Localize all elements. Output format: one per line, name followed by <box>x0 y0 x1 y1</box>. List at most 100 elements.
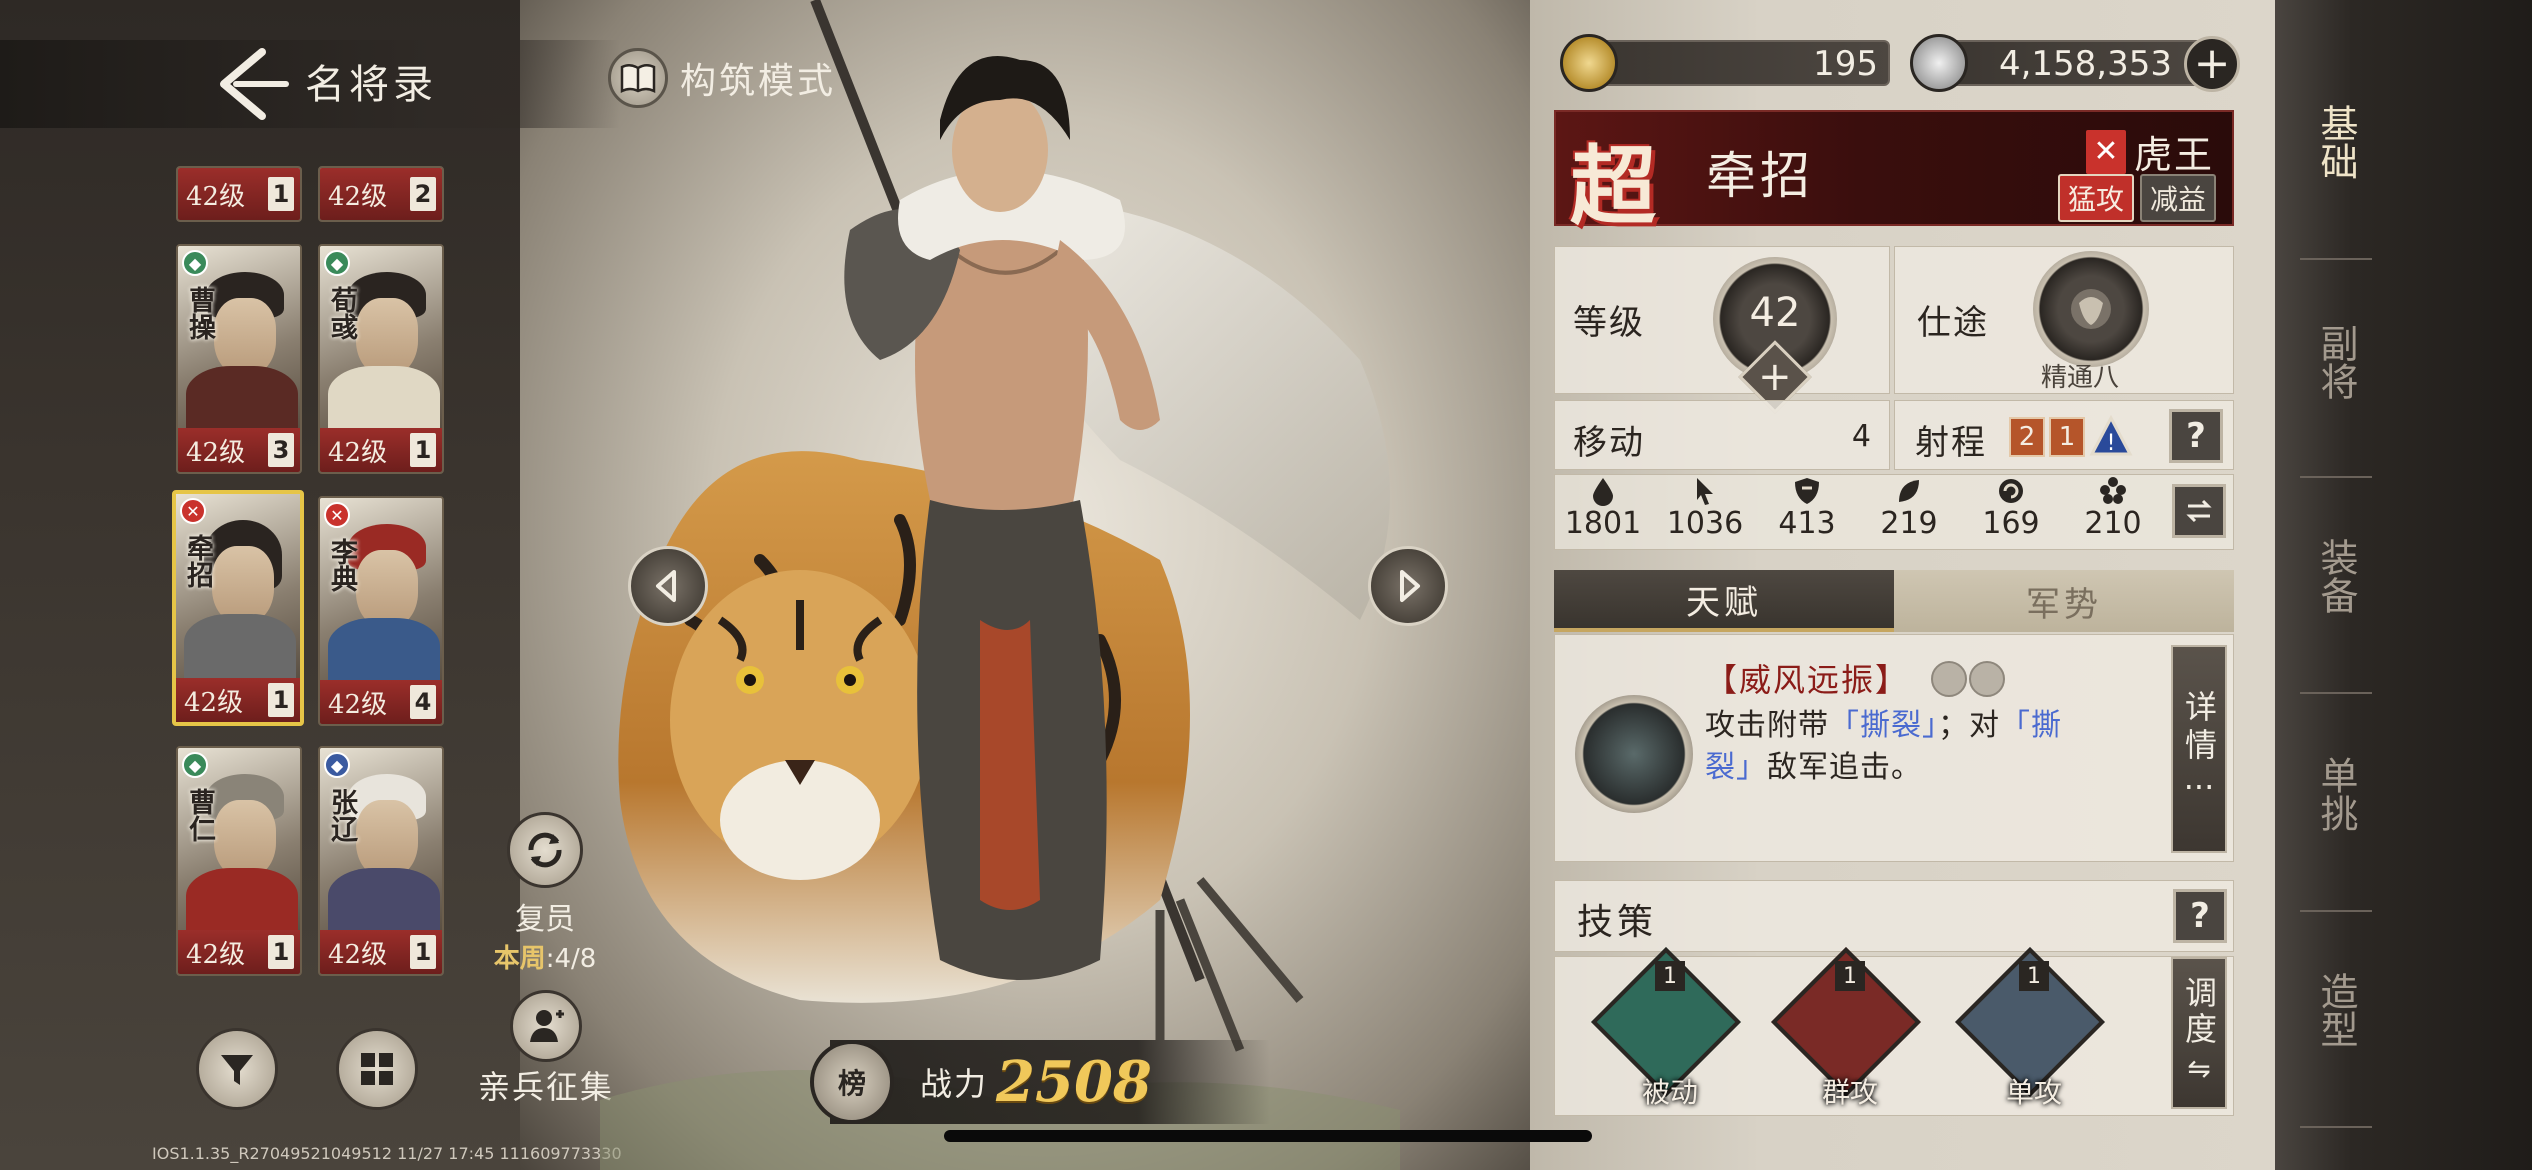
talent-icon[interactable] <box>1575 695 1693 813</box>
skill-slot[interactable]: 1 单攻 <box>1955 947 2109 1111</box>
page-title: 名将录 <box>305 62 437 108</box>
card-count: 1 <box>268 935 294 969</box>
hero-header: 超 牵招 ✕ 虎王 猛攻 减益 <box>1554 110 2234 237</box>
swap-stats-button[interactable] <box>2172 484 2226 538</box>
attribute-value: 1036 <box>1666 506 1744 541</box>
skills-header: 技策 ? <box>1554 880 2234 952</box>
nav-equipment[interactable]: 装备 <box>2300 538 2372 624</box>
hero-card-zhang-liao[interactable]: ◆ 张辽 42级 1 <box>318 746 444 976</box>
reset-button[interactable] <box>507 812 583 888</box>
range-panel: 射程 2 1 ! ? <box>1894 400 2234 470</box>
attribute-value: 1801 <box>1564 506 1642 541</box>
faction-icon: ◆ <box>324 250 350 276</box>
trait-badge: 减益 <box>2139 174 2216 222</box>
career-ring <box>2033 251 2149 367</box>
card-level: 42 <box>328 689 362 720</box>
skill-label: 单攻 <box>2005 1076 2062 1109</box>
card-name: 曹操 <box>184 286 215 340</box>
combat-power-value: 2508 <box>996 1049 1152 1115</box>
talent-toggle[interactable] <box>1931 661 1967 697</box>
chevron-left-icon <box>656 570 676 602</box>
level-panel: 等级 42 + <box>1554 246 1890 414</box>
beast-emblem-icon <box>2071 289 2111 329</box>
ranking-emblem[interactable]: 榜 <box>810 1040 894 1124</box>
skill-slot[interactable]: 1 被动 <box>1591 947 1745 1111</box>
career-label: 仕途 <box>1917 303 1989 343</box>
nav-duel[interactable]: 单挑 <box>2300 756 2372 842</box>
home-indicator[interactable] <box>944 1130 1592 1142</box>
move-value: 4 <box>1851 419 1871 454</box>
card-footer: 42级 3 <box>178 428 300 472</box>
card-level: 42 <box>186 181 220 212</box>
card-level-unit: 级 <box>217 687 244 718</box>
move-label: 移动 <box>1573 423 1645 463</box>
hero-tag-name: 虎王 <box>2133 133 2214 177</box>
skill-count: 1 <box>1655 961 1685 991</box>
faction-icon: ◆ <box>182 752 208 778</box>
card-footer: 42级 1 <box>178 168 300 220</box>
nav-divider <box>2300 258 2372 260</box>
attribute-value: 169 <box>1982 506 2040 541</box>
stats-help-button[interactable]: ? <box>2169 409 2223 463</box>
skill-slot[interactable]: 1 群攻 <box>1771 947 1925 1111</box>
skill-label: 群攻 <box>1821 1076 1878 1109</box>
skill-count: 1 <box>2019 961 2049 991</box>
nav-divider <box>2300 476 2372 478</box>
hero-card-li-dian[interactable]: ✕ 李典 42级 4 <box>318 496 444 726</box>
nav-appearance[interactable]: 造型 <box>2300 972 2372 1058</box>
faction-icon: ✕ <box>324 502 350 528</box>
hero-card[interactable]: 42级 2 <box>318 166 444 222</box>
hero-card-qian-zhao[interactable]: ✕ 牵招 42级 1 <box>172 490 304 726</box>
hero-card-cao-ren[interactable]: ◆ 曹仁 42级 1 <box>176 746 302 976</box>
tab-momentum[interactable]: 军势 <box>1894 570 2234 632</box>
week-label: 本周 <box>493 944 546 974</box>
card-footer: 42级 1 <box>320 930 442 974</box>
silver-value: 4,158,353 <box>1998 44 2172 84</box>
nav-basic[interactable]: 基础 <box>2300 104 2372 190</box>
attribute-value: 413 <box>1778 506 1836 541</box>
swirl-icon <box>1999 479 2023 503</box>
card-level-unit: 级 <box>361 437 388 468</box>
card-count: 3 <box>268 433 294 467</box>
hero-card-cao-cao[interactable]: ◆ 曹操 42级 3 <box>176 244 302 474</box>
nav-divider <box>2300 1126 2372 1128</box>
keyword-link: 裂」 <box>1705 750 1767 785</box>
nav-deputy[interactable]: 副将 <box>2300 324 2372 410</box>
hero-name: 牵招 <box>1706 147 1814 205</box>
gold-currency: 195 <box>1560 34 1890 92</box>
prev-hero-button[interactable] <box>628 546 708 626</box>
nav-divider <box>2300 692 2372 694</box>
card-count: 1 <box>410 935 436 969</box>
talent-detail-button[interactable]: 详情 ··· <box>2171 645 2227 853</box>
attribute-speed: 210 <box>2064 476 2162 548</box>
version-text: IOS1.1.35_R27049521049512 11/27 17:45 11… <box>152 1144 622 1163</box>
attribute-value: 210 <box>2084 506 2142 541</box>
talent-toggle[interactable] <box>1969 661 2005 697</box>
add-currency-button[interactable]: + <box>2184 36 2240 92</box>
layout-toggle-button[interactable] <box>336 1028 418 1110</box>
filter-button[interactable] <box>196 1028 278 1110</box>
card-count: 1 <box>268 683 294 717</box>
hero-card-xun-yu[interactable]: ◆ 荀彧 42级 1 <box>318 244 444 474</box>
move-panel: 移动 4 <box>1554 400 1890 470</box>
back-button[interactable] <box>210 44 290 124</box>
adjust-skills-button[interactable]: 调度 ⇋ <box>2171 957 2227 1109</box>
hero-card[interactable]: 42级 1 <box>176 166 302 222</box>
filter-icon <box>221 1055 253 1085</box>
skills-help-button[interactable]: ? <box>2173 889 2227 943</box>
swap-icon <box>2186 499 2212 523</box>
career-panel[interactable]: 仕途 精通八 <box>1894 246 2234 394</box>
card-count: 2 <box>410 177 436 211</box>
hero-tag[interactable]: ✕ 虎王 <box>2085 124 2214 179</box>
next-hero-button[interactable] <box>1368 546 1448 626</box>
gold-coin-icon <box>1560 34 1618 92</box>
card-footer: 42级 1 <box>176 678 300 722</box>
recruit-button[interactable] <box>510 990 582 1062</box>
flower-icon <box>2100 477 2126 504</box>
talent-description: 攻击附带「撕裂」；对「撕 裂」敌军追击。 <box>1705 708 2062 785</box>
soldier-add-icon <box>530 1010 564 1042</box>
tab-talent[interactable]: 天赋 <box>1554 570 1894 632</box>
talent-panel: 【威风远振】 攻击附带「撕裂」；对「撕 裂」敌军追击。 详情 ··· <box>1554 634 2234 862</box>
keyword-link: 「撕裂」 <box>1829 708 1938 743</box>
card-level: 42 <box>328 437 362 468</box>
